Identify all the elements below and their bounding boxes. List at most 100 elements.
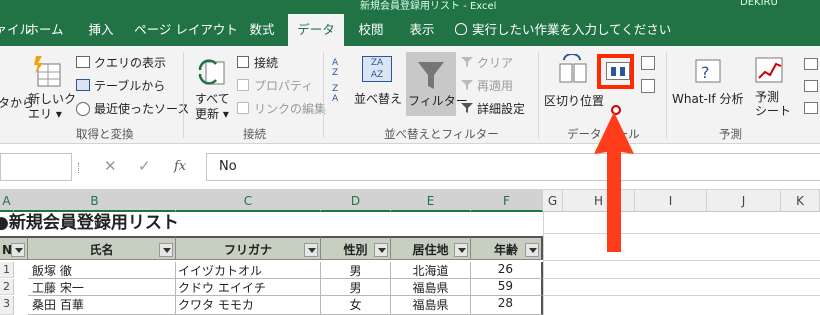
tab-page-layout[interactable]: ページ レイアウト <box>132 14 240 46</box>
edit-links-button[interactable]: リンクの編集 <box>254 100 326 117</box>
sort-asc-icon[interactable]: AZ <box>332 58 346 78</box>
ungroup-icon[interactable] <box>804 80 818 92</box>
cell-kana[interactable]: クワタ モモカ <box>176 296 321 315</box>
whatif-icon[interactable]: ? <box>692 54 726 86</box>
user-name: DEKIRU <box>740 0 778 8</box>
column-header-b[interactable]: B <box>14 190 176 212</box>
consolidate-icon[interactable] <box>641 56 655 70</box>
connections-icon <box>237 56 249 68</box>
whatif-button[interactable]: What-If 分析 <box>672 90 743 107</box>
subtotal-icon[interactable] <box>804 102 818 114</box>
filter-dropdown-icon[interactable] <box>11 243 25 257</box>
tab-file[interactable]: ファイル <box>0 14 32 46</box>
column-header-j[interactable]: J <box>707 190 781 212</box>
column-header-k[interactable]: K <box>781 190 820 212</box>
enter-icon[interactable]: ✓ <box>138 157 151 175</box>
row-header[interactable]: 1 <box>0 262 14 278</box>
cell-sex[interactable]: 男 <box>321 279 391 296</box>
filter-dropdown-icon[interactable] <box>525 243 539 257</box>
cell-place[interactable]: 北海道 <box>391 262 471 279</box>
cell-kana[interactable]: イイヅカトオル <box>176 262 321 279</box>
column-header-g[interactable]: G <box>543 190 563 212</box>
name-box[interactable] <box>0 153 72 181</box>
ribbon-tabs: ファイル ホーム 挿入 ページ レイアウト 数式 データ 校閲 表示 実行したい… <box>0 14 820 46</box>
text-to-columns-button[interactable]: 区切り位置 <box>544 92 604 109</box>
filter-dropdown-icon[interactable] <box>304 243 318 257</box>
cell-age[interactable]: 59 <box>471 279 543 296</box>
cancel-icon[interactable]: ✕ <box>104 157 117 175</box>
formula-input[interactable]: No <box>206 153 820 181</box>
cell-sex[interactable]: 男 <box>321 262 391 279</box>
svg-text:?: ? <box>701 63 710 82</box>
filter-dropdown-icon[interactable] <box>159 243 173 257</box>
group-get-transform: 取得と変換 <box>76 127 134 141</box>
sort-desc-icon[interactable]: ZA <box>332 84 346 104</box>
tab-home[interactable]: ホーム <box>22 14 68 46</box>
clear-button[interactable]: クリア <box>477 54 513 71</box>
group-separator <box>666 52 667 138</box>
header-no[interactable]: No <box>0 236 28 260</box>
tab-formulas[interactable]: 数式 <box>241 14 283 46</box>
cell-age[interactable]: 26 <box>471 262 543 279</box>
refresh-all-icon[interactable] <box>196 54 230 90</box>
forecast-sheet-button[interactable]: 予測 シート <box>755 90 791 118</box>
row-header[interactable]: 3 <box>0 296 14 315</box>
relationships-icon[interactable] <box>641 79 655 93</box>
tell-me-box[interactable]: 実行したい作業を入力してください <box>455 14 671 46</box>
advanced-button[interactable]: 詳細設定 <box>477 100 525 117</box>
header-kana[interactable]: フリガナ <box>176 236 321 260</box>
insert-function-button[interactable]: fx <box>174 159 186 174</box>
column-header-c[interactable]: C <box>176 190 321 212</box>
cell-name[interactable]: 桑田 百華 <box>28 296 176 315</box>
filter-dropdown-icon[interactable] <box>374 243 388 257</box>
gridline <box>544 260 820 261</box>
filter-dropdown-icon[interactable] <box>454 243 468 257</box>
filter-button-label[interactable]: フィルター <box>408 92 468 109</box>
recent-sources-button[interactable]: 最近使ったソース <box>94 100 189 117</box>
tab-insert[interactable]: 挿入 <box>80 14 122 46</box>
tab-review[interactable]: 校閲 <box>350 14 392 46</box>
cell-name[interactable]: 飯塚 徹 <box>28 262 176 279</box>
column-header-i[interactable]: I <box>635 190 707 212</box>
row-header[interactable]: 2 <box>0 279 14 295</box>
new-query-button[interactable]: 新しいク エリ ▾ <box>28 92 76 122</box>
column-header-e[interactable]: E <box>391 190 471 212</box>
header-name[interactable]: 氏名 <box>28 236 176 260</box>
tab-view[interactable]: 表示 <box>400 14 444 46</box>
cell-place[interactable]: 福島県 <box>391 296 471 315</box>
group-separator <box>183 52 184 138</box>
refresh-all-button[interactable]: すべて 更新 ▾ <box>195 92 230 122</box>
header-age[interactable]: 年齢 <box>471 236 543 260</box>
properties-button[interactable]: プロパティ <box>254 77 313 94</box>
properties-icon <box>237 79 249 91</box>
outline-icon[interactable] <box>804 58 818 70</box>
new-query-icon[interactable] <box>30 54 66 90</box>
cell-kana[interactable]: クドウ エイイチ <box>176 279 321 296</box>
reapply-button[interactable]: 再適用 <box>477 77 513 94</box>
title-bar: 新規会員登録用リスト - Excel DEKIRU <box>0 0 820 14</box>
cell-place[interactable]: 福島県 <box>391 279 471 296</box>
sheet-title[interactable]: ●新規会員登録用リスト <box>0 212 179 234</box>
show-queries-button[interactable]: クエリの表示 <box>94 54 166 71</box>
header-name-label: 氏名 <box>89 243 114 257</box>
header-place[interactable]: 居住地 <box>391 236 471 260</box>
from-table-button[interactable]: テーブルから <box>94 77 165 94</box>
group-separator <box>323 52 324 138</box>
forecast-sheet-icon[interactable] <box>752 54 786 86</box>
cell-name[interactable]: 工藤 宋一 <box>28 279 176 296</box>
tab-data[interactable]: データ <box>288 14 344 46</box>
gridline <box>544 295 820 296</box>
column-header-d[interactable]: D <box>321 190 391 212</box>
worksheet-grid: A B C D E F G H I J K ●新規会員登録用リスト No 氏名 … <box>0 190 820 315</box>
splitter[interactable] <box>78 163 80 173</box>
connections-button[interactable]: 接続 <box>254 54 278 71</box>
cell-sex[interactable]: 女 <box>321 296 391 315</box>
text-to-columns-icon[interactable] <box>556 53 590 86</box>
header-age-label: 年齢 <box>493 243 518 257</box>
cell-age[interactable]: 28 <box>471 296 543 315</box>
sort-button[interactable]: 並べ替え <box>354 90 402 107</box>
column-header-a[interactable]: A <box>0 190 14 212</box>
header-sex[interactable]: 性別 <box>321 236 391 260</box>
group-connections: 接続 <box>243 127 266 141</box>
column-header-f[interactable]: F <box>471 190 543 212</box>
